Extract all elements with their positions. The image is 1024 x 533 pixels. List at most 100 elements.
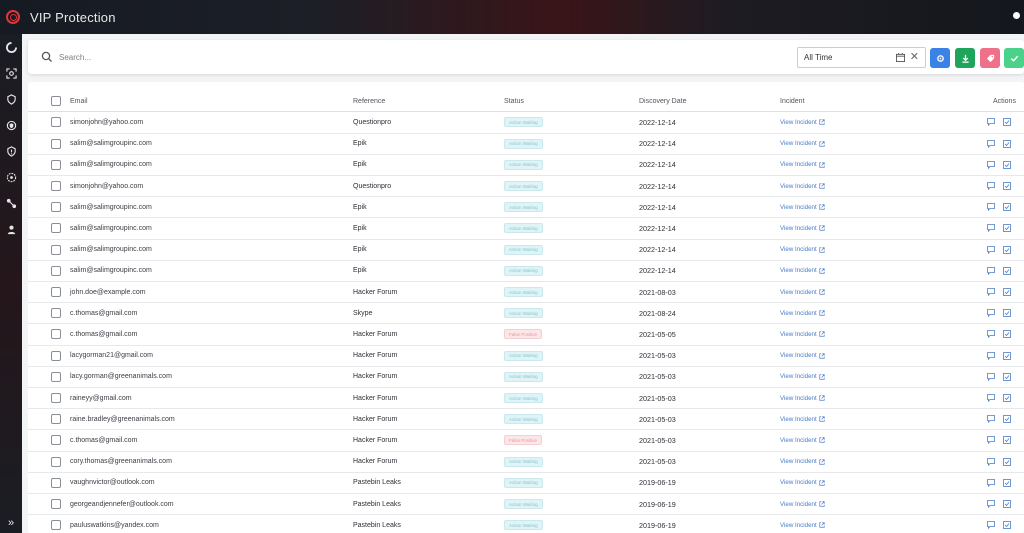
table-row[interactable]: salim@salimgroupinc.com Epik Action Wait… <box>28 240 1024 261</box>
settings-shield-icon[interactable] <box>0 164 22 190</box>
comment-icon[interactable] <box>987 288 995 297</box>
mark-reviewed-icon[interactable] <box>1003 160 1011 169</box>
view-incident-link[interactable]: View Incident <box>780 522 825 529</box>
mark-reviewed-icon[interactable] <box>1003 288 1011 296</box>
view-incident-link[interactable]: View Incident <box>780 225 825 232</box>
tag-button[interactable] <box>980 48 1000 68</box>
user-menu-icon[interactable] <box>1013 12 1020 19</box>
row-checkbox[interactable] <box>51 159 61 170</box>
download-button[interactable] <box>955 48 975 68</box>
row-checkbox[interactable] <box>51 244 61 255</box>
mark-reviewed-icon[interactable] <box>1003 394 1011 402</box>
table-row[interactable]: salim@salimgroupinc.com Epik Action Wait… <box>28 197 1024 219</box>
view-incident-link[interactable]: View Incident <box>780 416 825 423</box>
clear-icon[interactable]: ✕ <box>910 51 919 63</box>
row-checkbox[interactable] <box>51 223 61 234</box>
view-incident-link[interactable]: View Incident <box>780 119 825 126</box>
comment-icon[interactable] <box>987 351 995 360</box>
table-row[interactable]: salim@salimgroupinc.com Epik Action Wait… <box>28 134 1024 155</box>
comment-icon[interactable] <box>987 182 995 191</box>
dashboard-icon[interactable] <box>0 34 22 60</box>
network-icon[interactable] <box>0 190 22 216</box>
comment-icon[interactable] <box>987 224 995 233</box>
row-checkbox[interactable] <box>51 499 61 510</box>
header-status[interactable]: Status <box>504 91 524 111</box>
table-row[interactable]: pauluswatkins@yandex.com Pastebin Leaks … <box>28 515 1024 533</box>
row-checkbox[interactable] <box>51 371 61 382</box>
view-incident-link[interactable]: View Incident <box>780 479 825 486</box>
hand-shield-icon[interactable] <box>0 86 22 112</box>
mark-reviewed-icon[interactable] <box>1003 224 1011 233</box>
mark-reviewed-icon[interactable] <box>1003 309 1011 318</box>
view-incident-link[interactable]: View Incident <box>780 458 825 465</box>
view-incident-link[interactable]: View Incident <box>780 331 825 338</box>
header-discovery-date[interactable]: Discovery Date <box>639 91 686 111</box>
mark-reviewed-icon[interactable] <box>1003 203 1011 212</box>
app-logo-icon[interactable] <box>6 10 20 24</box>
row-checkbox[interactable] <box>51 393 61 404</box>
view-incident-link[interactable]: View Incident <box>780 140 825 147</box>
comment-icon[interactable] <box>987 372 995 381</box>
table-row[interactable]: lacy.gorman@greenanimals.com Hacker Foru… <box>28 367 1024 388</box>
table-row[interactable]: c.thomas@gmail.com Hacker Forum False Po… <box>28 324 1024 346</box>
comment-icon[interactable] <box>987 118 995 127</box>
comment-icon[interactable] <box>987 330 995 339</box>
mark-reviewed-icon[interactable] <box>1003 415 1011 424</box>
comment-icon[interactable] <box>987 500 995 509</box>
table-row[interactable]: c.thomas@gmail.com Skype Action Waiting … <box>28 303 1024 325</box>
mark-reviewed-icon[interactable] <box>1003 351 1011 360</box>
table-row[interactable]: salim@salimgroupinc.com Epik Action Wait… <box>28 218 1024 240</box>
mark-reviewed-icon[interactable] <box>1003 478 1011 487</box>
mark-reviewed-icon[interactable] <box>1003 330 1011 339</box>
mark-reviewed-icon[interactable] <box>1003 139 1011 148</box>
select-all-checkbox[interactable] <box>51 96 61 107</box>
comment-icon[interactable] <box>987 266 995 275</box>
settings-button[interactable] <box>930 48 950 68</box>
view-incident-link[interactable]: View Incident <box>780 267 825 274</box>
table-row[interactable]: raineyy@gmail.com Hacker Forum Action Wa… <box>28 388 1024 410</box>
shield-icon[interactable] <box>0 112 22 138</box>
mark-reviewed-icon[interactable] <box>1003 245 1011 254</box>
row-checkbox[interactable] <box>51 329 61 340</box>
header-incident[interactable]: Incident <box>780 91 805 111</box>
expand-sidebar-icon[interactable]: » <box>8 517 14 529</box>
row-checkbox[interactable] <box>51 117 61 128</box>
comment-icon[interactable] <box>987 436 995 445</box>
header-email[interactable]: Email <box>70 91 88 111</box>
comment-icon[interactable] <box>987 139 995 148</box>
row-checkbox[interactable] <box>51 456 61 467</box>
view-incident-link[interactable]: View Incident <box>780 204 825 211</box>
view-incident-link[interactable]: View Incident <box>780 183 825 190</box>
comment-icon[interactable] <box>987 521 995 530</box>
mark-reviewed-icon[interactable] <box>1003 266 1011 275</box>
row-checkbox[interactable] <box>51 477 61 488</box>
row-checkbox[interactable] <box>51 435 61 446</box>
mark-reviewed-icon[interactable] <box>1003 500 1011 508</box>
table-row[interactable]: lacygorman21@gmail.com Hacker Forum Acti… <box>28 346 1024 367</box>
mark-reviewed-icon[interactable] <box>1003 457 1011 466</box>
alert-shield-icon[interactable] <box>0 138 22 164</box>
row-checkbox[interactable] <box>51 181 61 192</box>
table-row[interactable]: salim@salimgroupinc.com Epik Action Wait… <box>28 261 1024 282</box>
view-incident-link[interactable]: View Incident <box>780 437 825 444</box>
row-checkbox[interactable] <box>51 414 61 425</box>
comment-icon[interactable] <box>987 394 995 403</box>
table-row[interactable]: simonjohn@yahoo.com Questionpro Action W… <box>28 112 1024 134</box>
row-checkbox[interactable] <box>51 350 61 361</box>
mark-reviewed-icon[interactable] <box>1003 182 1011 190</box>
mark-reviewed-icon[interactable] <box>1003 118 1011 127</box>
header-reference[interactable]: Reference <box>353 91 385 111</box>
view-incident-link[interactable]: View Incident <box>780 395 825 402</box>
row-checkbox[interactable] <box>51 202 61 213</box>
table-row[interactable]: salim@salimgroupinc.com Epik Action Wait… <box>28 155 1024 176</box>
view-incident-link[interactable]: View Incident <box>780 352 825 359</box>
confirm-button[interactable] <box>1004 48 1024 68</box>
row-checkbox[interactable] <box>51 308 61 319</box>
row-checkbox[interactable] <box>51 520 61 531</box>
view-incident-link[interactable]: View Incident <box>780 161 825 168</box>
table-row[interactable]: john.doe@example.com Hacker Forum Action… <box>28 282 1024 304</box>
scan-icon[interactable] <box>0 60 22 86</box>
comment-icon[interactable] <box>987 160 995 169</box>
comment-icon[interactable] <box>987 415 995 424</box>
mark-reviewed-icon[interactable] <box>1003 521 1011 530</box>
